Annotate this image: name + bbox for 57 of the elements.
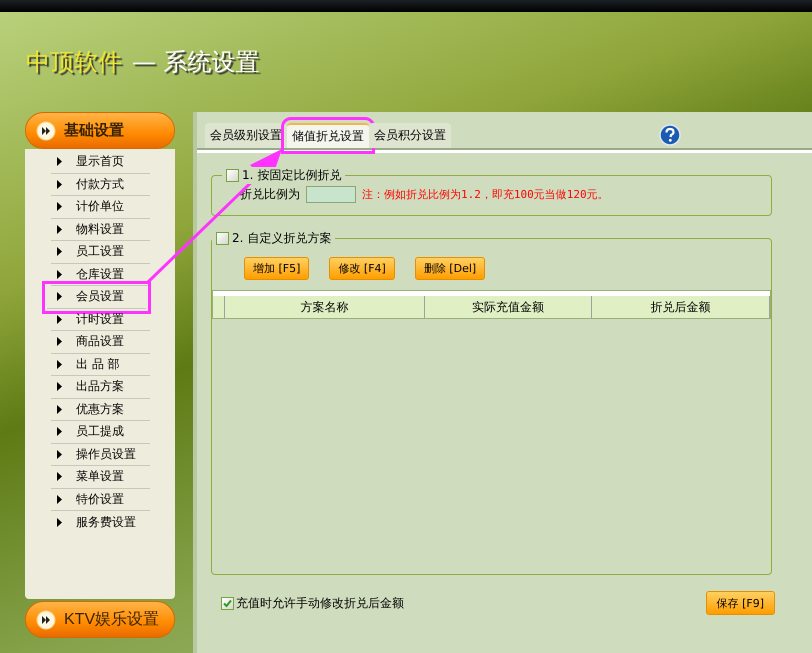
section-header-button[interactable]: 基础设置 (25, 112, 175, 149)
triangle-icon (57, 472, 62, 482)
triangle-icon (57, 382, 62, 392)
column-header: 方案名称 (225, 296, 425, 318)
triangle-icon (57, 404, 62, 414)
triangle-icon (57, 518, 62, 527)
triangle-icon (57, 224, 62, 234)
column-header: 折兑后金额 (592, 296, 770, 318)
sidebar-item[interactable]: 员工设置 (51, 241, 150, 264)
triangle-icon (57, 450, 62, 459)
action-button[interactable]: 增加 [F5] (244, 257, 310, 280)
sidebar-item[interactable]: 会员设置 (47, 286, 146, 308)
triangle-icon (57, 427, 62, 436)
sidebar-item[interactable]: 出品方案 (51, 376, 150, 398)
group-label: 1. 按固定比例折兑 (242, 167, 342, 184)
brand-title: 中顶软件 (26, 47, 122, 78)
column-header: 实际充值金额 (425, 296, 592, 318)
sidebar-item[interactable]: 菜单设置 (51, 466, 150, 488)
triangle-icon (57, 247, 62, 256)
group-label: 2. 自定义折兑方案 (232, 230, 332, 247)
triangle-icon (57, 157, 62, 166)
sidebar-item[interactable]: 服务费设置 (51, 511, 150, 534)
action-button[interactable]: 删除 [Del] (414, 257, 486, 280)
triangle-icon (57, 292, 62, 302)
tab[interactable]: 会员级别设置 (205, 123, 287, 148)
sidebar-item[interactable]: 计价单位 (51, 196, 150, 218)
sidebar-item[interactable]: 出 品 部 (51, 354, 150, 376)
sidebar-item[interactable]: 操作员设置 (51, 444, 150, 466)
sidebar-item[interactable]: 付款方式 (51, 174, 150, 196)
note-text: 注：例如折兑比例为1.2，即充100元当做120元。 (362, 187, 609, 202)
sidebar-item[interactable]: 员工提成 (51, 421, 150, 444)
ratio-input-field[interactable] (306, 186, 356, 203)
page-title: — 系统设置 (132, 47, 260, 78)
sidebar-item[interactable]: 商品设置 (51, 331, 150, 354)
save-button[interactable]: 保存 [F9] (706, 591, 775, 615)
triangle-icon (57, 360, 62, 369)
sidebar-item[interactable]: 显示首页 (51, 151, 150, 174)
sidebar-item[interactable]: 仓库设置 (51, 264, 150, 286)
action-button[interactable]: 修改 [F4] (329, 257, 395, 280)
triangle-icon (57, 180, 62, 189)
checkbox[interactable] (221, 596, 234, 610)
sidebar-item[interactable]: 物料设置 (51, 218, 150, 241)
checkbox[interactable] (216, 232, 229, 245)
help-icon[interactable] (659, 124, 681, 146)
sidebar-item[interactable]: 特价设置 (51, 488, 150, 511)
sidebar-item[interactable]: 优惠方案 (51, 398, 150, 421)
triangle-icon (57, 314, 62, 324)
triangle-icon (57, 337, 62, 346)
checkbox-label: 充值时允许手动修改折兑后金额 (236, 594, 404, 612)
triangle-icon (57, 270, 62, 279)
section-header-button[interactable]: KTV娱乐设置 (25, 601, 175, 638)
triangle-icon (57, 494, 62, 504)
tab[interactable]: 会员积分设置 (369, 123, 451, 148)
sidebar-item[interactable]: 计时设置 (51, 308, 150, 331)
checkbox[interactable] (226, 169, 239, 182)
triangle-icon (57, 202, 62, 212)
column-header (213, 296, 225, 318)
